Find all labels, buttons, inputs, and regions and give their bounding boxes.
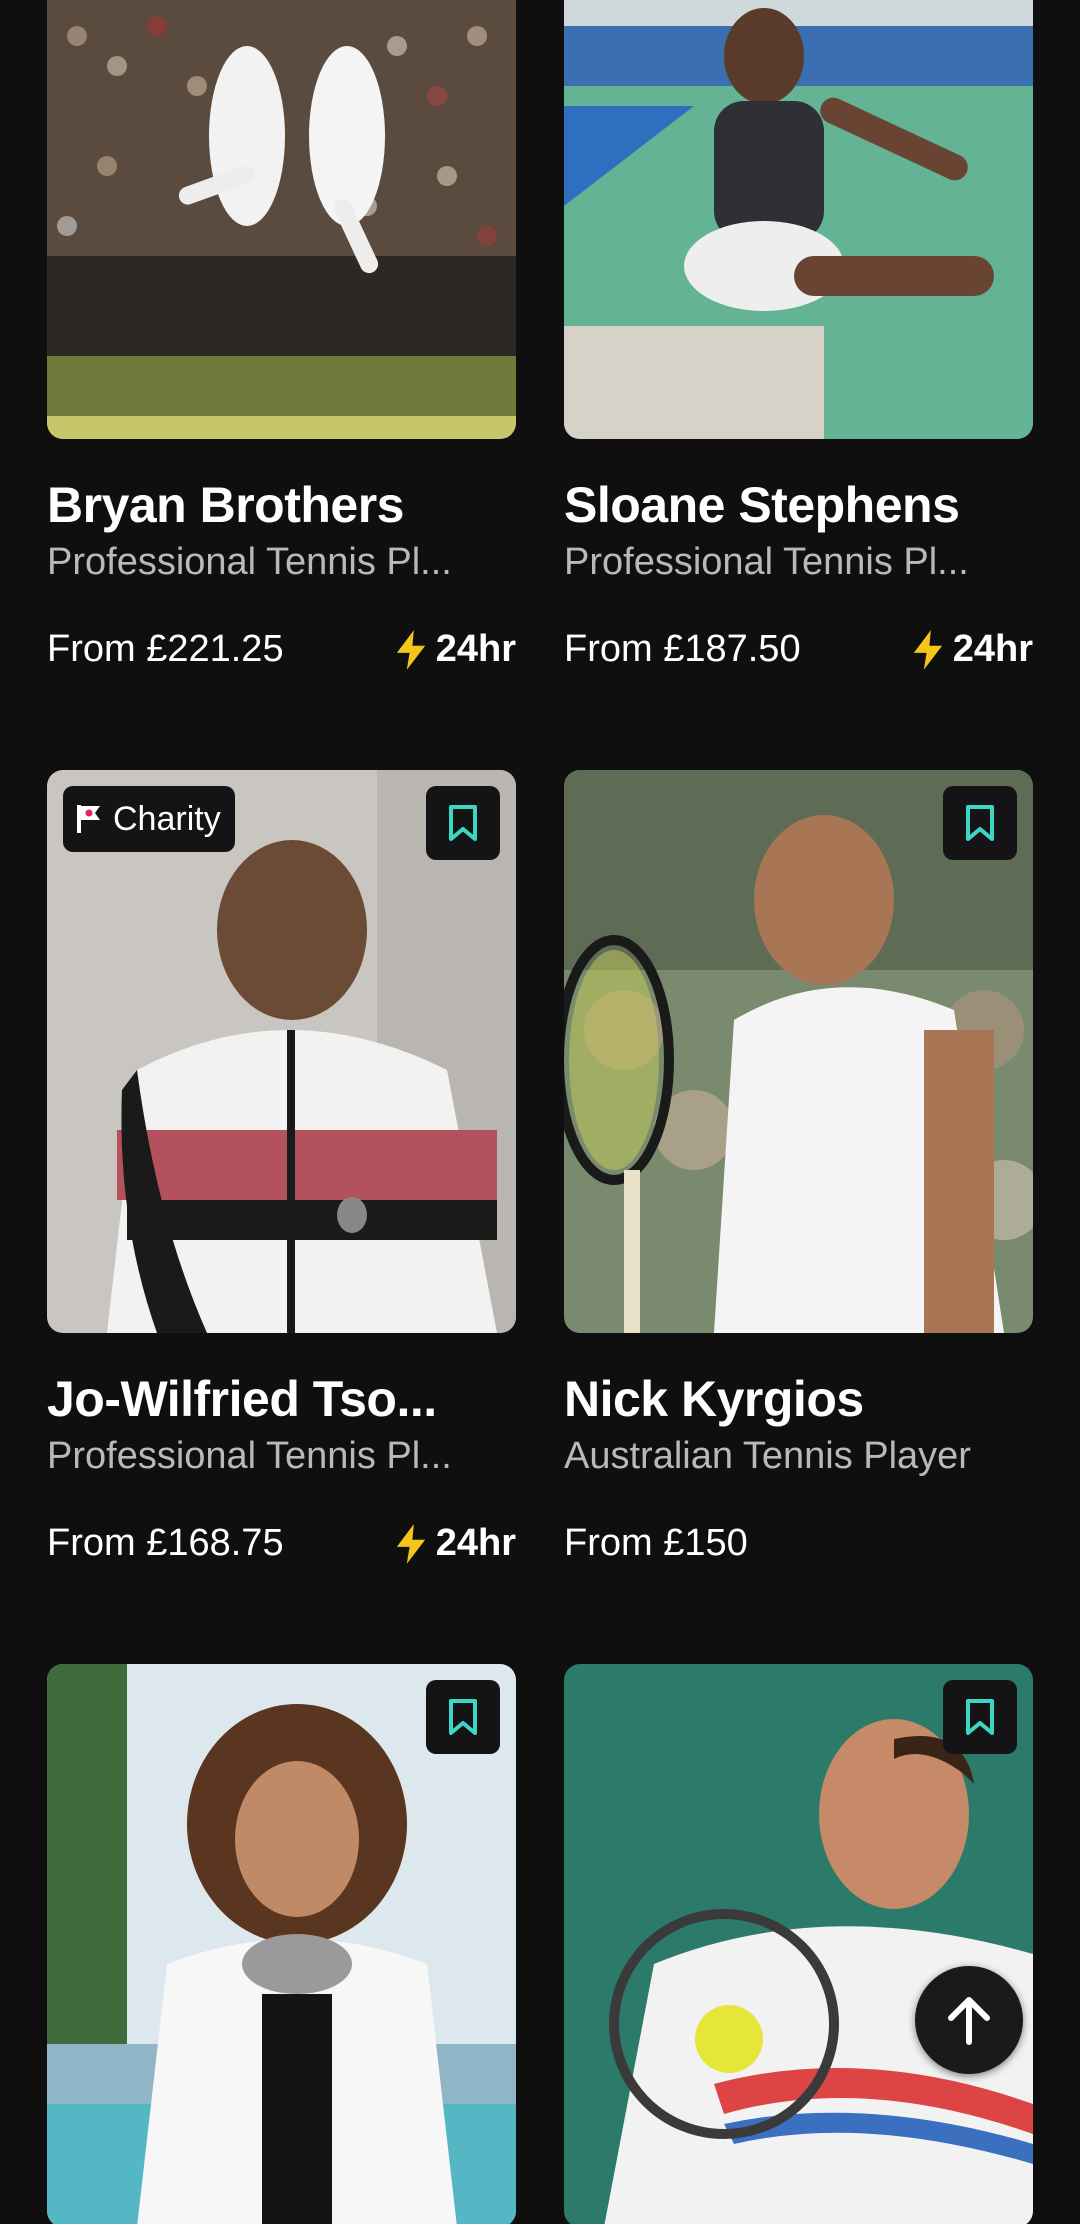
talent-photo[interactable] xyxy=(564,1664,1033,2224)
talent-price: From £150 xyxy=(564,1522,748,1565)
bookmark-button[interactable] xyxy=(943,786,1017,860)
talent-price: From £221.25 xyxy=(47,628,284,671)
delivery-speed: 24hr xyxy=(394,628,516,671)
talent-card-jo-wilfried-tsonga[interactable]: Charity Jo-Wilfried Tso... Professional … xyxy=(47,770,516,1564)
talent-price: From £187.50 xyxy=(564,628,801,671)
bookmark-button[interactable] xyxy=(426,786,500,860)
talent-subtitle: Professional Tennis Pl... xyxy=(47,1435,452,1477)
talent-card-6[interactable] xyxy=(564,1664,1033,2224)
talent-name: Nick Kyrgios xyxy=(564,1371,864,1427)
talent-subtitle: Professional Tennis Pl... xyxy=(47,541,452,583)
bookmark-button[interactable] xyxy=(943,1680,1017,1754)
bookmark-icon xyxy=(966,1699,994,1735)
lightning-icon xyxy=(396,1523,425,1564)
price-prefix: From xyxy=(564,1522,653,1564)
delivery-speed-label: 24hr xyxy=(435,628,516,670)
talent-subtitle: Professional Tennis Pl... xyxy=(564,541,969,583)
talent-photo[interactable] xyxy=(564,0,1033,439)
bookmark-icon xyxy=(966,805,994,841)
price-amount: £168.75 xyxy=(146,1522,284,1564)
delivery-speed-label: 24hr xyxy=(952,628,1033,670)
bookmark-button[interactable] xyxy=(426,1680,500,1754)
talent-card-nick-kyrgios[interactable]: Nick Kyrgios Australian Tennis Player Fr… xyxy=(564,770,1033,1564)
scroll-to-top-button[interactable] xyxy=(915,1966,1023,2074)
talent-photo[interactable] xyxy=(47,1664,516,2224)
talent-photo[interactable] xyxy=(47,0,516,439)
price-amount: £150 xyxy=(663,1522,748,1564)
delivery-speed: 24hr xyxy=(911,628,1033,671)
lightning-icon xyxy=(913,629,942,670)
bookmark-icon xyxy=(449,1699,477,1735)
talent-name: Bryan Brothers xyxy=(47,477,405,533)
talent-photo[interactable]: Charity xyxy=(47,770,516,1333)
talent-price: From £168.75 xyxy=(47,1522,284,1565)
price-prefix: From xyxy=(47,628,136,670)
lightning-icon xyxy=(396,629,425,670)
talent-card-5[interactable] xyxy=(47,1664,516,2224)
talent-photo[interactable] xyxy=(564,770,1033,1333)
charity-badge: Charity xyxy=(63,786,235,852)
charity-badge-label: Charity xyxy=(113,799,221,838)
price-amount: £187.50 xyxy=(663,628,801,670)
bookmark-icon xyxy=(449,805,477,841)
flag-icon xyxy=(77,805,100,833)
price-amount: £221.25 xyxy=(146,628,284,670)
talent-grid-page: Bryan Brothers Professional Tennis Pl...… xyxy=(0,0,1080,2224)
delivery-speed: 24hr xyxy=(394,1522,516,1565)
talent-name: Sloane Stephens xyxy=(564,477,960,533)
talent-name: Jo-Wilfried Tso... xyxy=(47,1371,437,1427)
arrow-up-icon xyxy=(948,1997,990,2045)
talent-subtitle: Australian Tennis Player xyxy=(564,1435,971,1477)
talent-card-bryan-brothers[interactable]: Bryan Brothers Professional Tennis Pl...… xyxy=(47,0,516,670)
price-prefix: From xyxy=(47,1522,136,1564)
talent-card-sloane-stephens[interactable]: Sloane Stephens Professional Tennis Pl..… xyxy=(564,0,1033,670)
delivery-speed-label: 24hr xyxy=(435,1522,516,1564)
price-prefix: From xyxy=(564,628,653,670)
